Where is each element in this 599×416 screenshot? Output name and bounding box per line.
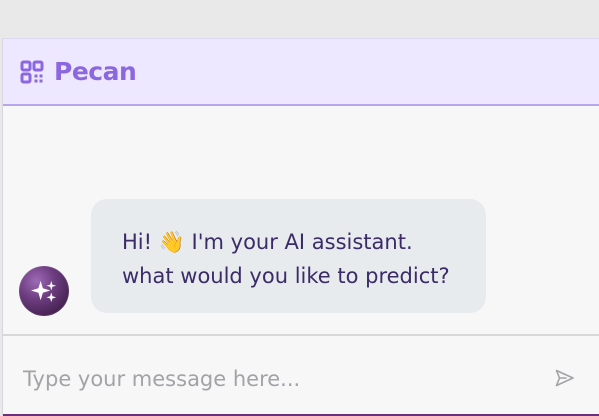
assistant-message-line-1: Hi! 👋 I'm your AI assistant. — [122, 230, 413, 254]
assistant-message: Hi! 👋 I'm your AI assistant. what would … — [91, 199, 486, 313]
message-input[interactable] — [23, 363, 513, 395]
assistant-avatar — [19, 266, 69, 316]
message-composer — [3, 334, 599, 416]
conversation-area: Hi! 👋 I'm your AI assistant. what would … — [3, 106, 599, 334]
send-button[interactable] — [551, 364, 579, 392]
assistant-message-line-2: what would you like to predict? — [122, 264, 450, 288]
brand-name: Pecan — [54, 57, 137, 86]
sparkle-icon — [30, 280, 56, 302]
chat-widget: Pecan Hi! 👋 I'm your AI assistant. what … — [2, 38, 599, 416]
chat-header: Pecan — [3, 39, 599, 106]
pecan-brand: Pecan — [20, 57, 137, 87]
chat-page: Pecan Hi! 👋 I'm your AI assistant. what … — [0, 0, 599, 416]
send-icon — [555, 369, 574, 387]
pecan-logo-icon — [20, 60, 44, 84]
